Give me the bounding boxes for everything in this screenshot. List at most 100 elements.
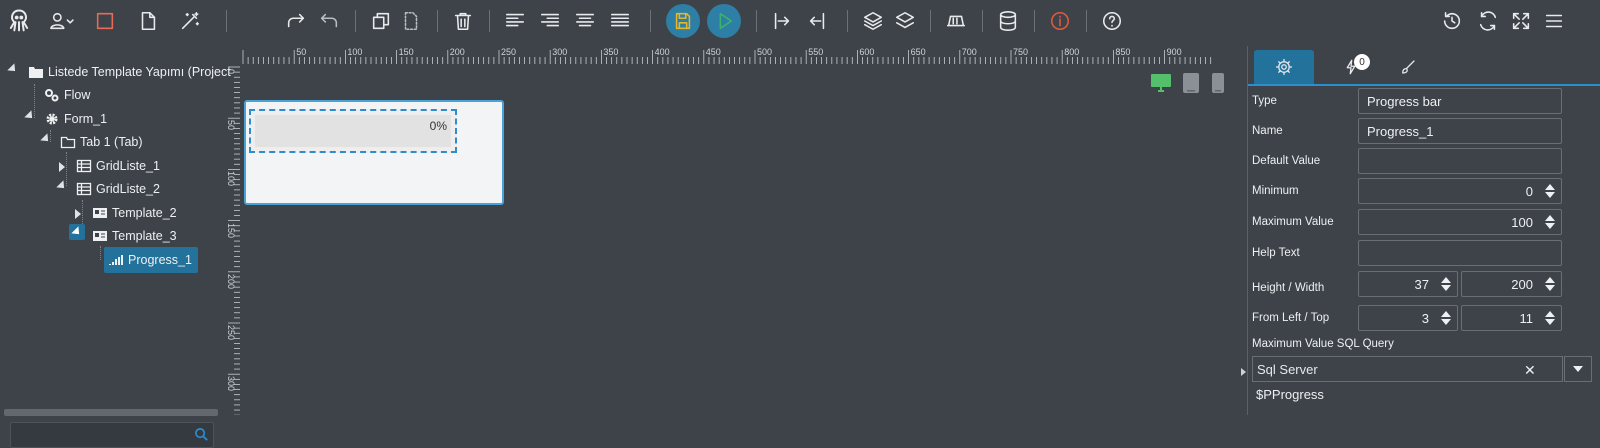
- progress-bar-component[interactable]: 0%: [249, 109, 457, 153]
- left-stepper[interactable]: [1441, 310, 1451, 326]
- table-icon: [76, 159, 92, 173]
- delete-icon[interactable]: [448, 6, 478, 36]
- help-icon[interactable]: [1097, 6, 1127, 36]
- toolbar-separator: [489, 10, 490, 32]
- info-icon[interactable]: [1045, 6, 1075, 36]
- copy-icon[interactable]: [366, 6, 396, 36]
- database-icon[interactable]: [993, 6, 1023, 36]
- undo-icon[interactable]: [314, 6, 344, 36]
- ruler-number: 700: [961, 47, 977, 57]
- octopus-logo-icon[interactable]: [2, 6, 36, 36]
- ruler-number: 750: [1013, 47, 1029, 57]
- tree-search-input[interactable]: [10, 422, 214, 448]
- type-label: Type: [1252, 95, 1277, 107]
- tree-node-project[interactable]: Listede Template Yapımı (Project: [28, 61, 231, 83]
- ruler-horizontal: 50 100 150 200 250 300 350 400 450 500 550 600 650 70…: [240, 46, 1212, 64]
- left-field[interactable]: 3: [1358, 305, 1458, 331]
- sql-server-select[interactable]: Sql Server: [1252, 356, 1563, 382]
- tree-guide: [66, 152, 67, 186]
- magic-wand-icon[interactable]: [175, 6, 205, 36]
- paste-icon[interactable]: [396, 6, 426, 36]
- events-count-badge: 0: [1354, 54, 1370, 70]
- sql-query-text[interactable]: $PProgress: [1256, 387, 1324, 402]
- name-field[interactable]: Progress_1: [1358, 118, 1562, 144]
- id-card-icon: [93, 231, 107, 241]
- layer-down-icon[interactable]: [890, 6, 920, 36]
- layer-up-icon[interactable]: [858, 6, 888, 36]
- tree-expand-tab[interactable]: [40, 133, 52, 145]
- clear-icon[interactable]: ✕: [1524, 362, 1536, 379]
- ruler-number: 800: [1064, 47, 1080, 57]
- ruler-number: 350: [603, 47, 619, 57]
- square-icon[interactable]: [90, 6, 120, 36]
- help-text-field[interactable]: [1358, 240, 1562, 266]
- tree-node-label: GridListe_1: [96, 159, 160, 173]
- tree-expand-root[interactable]: [7, 63, 19, 75]
- minimum-field[interactable]: 0: [1358, 178, 1562, 204]
- tree-node-progress-1[interactable]: Progress_1: [104, 247, 198, 273]
- run-icon[interactable]: [707, 4, 741, 38]
- tree-node-template-3[interactable]: Template_3: [92, 225, 177, 247]
- tab-events[interactable]: 0: [1328, 50, 1374, 84]
- refresh-icon[interactable]: [1473, 6, 1503, 36]
- maximum-value: 100: [1511, 214, 1533, 230]
- height-value: 37: [1414, 276, 1429, 292]
- save-icon[interactable]: [666, 4, 700, 38]
- align-center-icon[interactable]: [570, 6, 600, 36]
- tree-node-template-2[interactable]: Template_2: [92, 202, 177, 224]
- height-field[interactable]: 37: [1358, 271, 1458, 297]
- ruler-number: 50: [296, 47, 307, 57]
- tree-node-gridliste-2[interactable]: GridListe_2: [76, 178, 160, 200]
- align-justify-icon[interactable]: [605, 6, 635, 36]
- maximum-stepper[interactable]: [1545, 214, 1555, 230]
- signal-bars-icon: [109, 255, 123, 265]
- tree-node-form[interactable]: Form_1: [44, 108, 107, 130]
- tree-guide: [100, 246, 101, 260]
- tree-expand-form[interactable]: [24, 110, 36, 122]
- top-stepper[interactable]: [1545, 310, 1555, 326]
- tree-node-tab[interactable]: Tab 1 (Tab): [60, 131, 143, 153]
- panel-collapse-handle[interactable]: [1241, 368, 1246, 376]
- ruler-number: 450: [705, 47, 721, 57]
- tree-expand-grid2[interactable]: [56, 180, 68, 192]
- maximum-value-field[interactable]: 100: [1358, 209, 1562, 235]
- type-field[interactable]: Progress bar: [1358, 88, 1562, 114]
- ruler-vertical: 0 50 100 150 200 250 300: [226, 64, 240, 415]
- minimum-value: 0: [1525, 183, 1533, 199]
- width-stepper[interactable]: [1545, 276, 1555, 292]
- move-right-icon[interactable]: [767, 6, 797, 36]
- tree-node-label: Template_3: [112, 229, 177, 243]
- sql-server-dropdown-button[interactable]: [1564, 356, 1592, 382]
- minimum-stepper[interactable]: [1545, 183, 1555, 199]
- toolbar-separator: [1034, 10, 1035, 32]
- move-left-icon[interactable]: [802, 6, 832, 36]
- ruler-number: 500: [757, 47, 773, 57]
- height-stepper[interactable]: [1441, 276, 1451, 292]
- default-value-field[interactable]: [1358, 148, 1562, 174]
- redo-icon[interactable]: [281, 6, 311, 36]
- ruler-number: 150: [398, 47, 414, 57]
- menu-icon[interactable]: [1539, 6, 1569, 36]
- page-icon[interactable]: [133, 6, 163, 36]
- mobile-view-icon[interactable]: [1211, 72, 1225, 97]
- fullscreen-icon[interactable]: [1506, 6, 1536, 36]
- minimum-label: Minimum: [1252, 185, 1299, 197]
- align-right-icon[interactable]: [535, 6, 565, 36]
- top-field[interactable]: 11: [1461, 305, 1562, 331]
- toolbar-separator: [1086, 10, 1087, 32]
- project-tree: Listede Template Yapımı (Project Flow Fo…: [0, 46, 231, 448]
- tree-expand-grid1[interactable]: [59, 162, 65, 172]
- user-menu-icon[interactable]: [42, 6, 80, 36]
- tab-style[interactable]: [1388, 50, 1428, 84]
- tab-settings[interactable]: [1254, 50, 1314, 84]
- ruler-number: 250: [226, 325, 236, 341]
- resize-icon[interactable]: [941, 6, 971, 36]
- tablet-view-icon[interactable]: [1182, 72, 1200, 97]
- width-field[interactable]: 200: [1461, 271, 1562, 297]
- tree-expand-template-2[interactable]: [75, 209, 81, 219]
- align-left-icon[interactable]: [500, 6, 530, 36]
- tree-node-flow[interactable]: Flow: [44, 84, 90, 106]
- desktop-view-icon[interactable]: [1150, 72, 1172, 97]
- history-icon[interactable]: [1437, 6, 1467, 36]
- tree-node-gridliste-1[interactable]: GridListe_1: [76, 155, 160, 177]
